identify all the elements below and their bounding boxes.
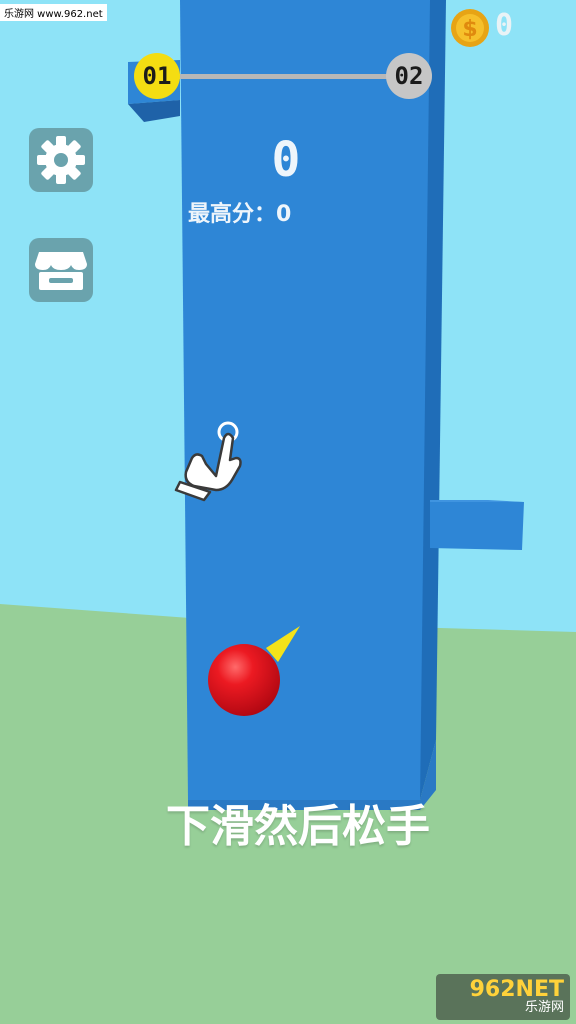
coin-count: 0 <box>495 8 514 43</box>
shop-button[interactable] <box>29 238 93 302</box>
platform-right <box>430 500 524 550</box>
next-level-badge: 02 <box>386 53 432 99</box>
watermark-site: 乐游网 <box>524 1000 564 1015</box>
level-progress-bar <box>170 74 392 79</box>
settings-button[interactable] <box>29 128 93 192</box>
svg-text:$: $ <box>462 17 477 42</box>
watermark-brand: 962NET <box>469 977 564 1002</box>
score: 0 <box>271 132 301 188</box>
watermark-bottom: 962NET 乐游网 <box>436 974 570 1020</box>
dollar-coin-icon: $ <box>451 9 489 47</box>
swipe-hint: 下滑然后松手 <box>166 801 430 852</box>
best-score: 最高分：0 <box>188 202 292 227</box>
gear-icon <box>37 136 85 184</box>
current-level-badge: 01 <box>134 53 180 99</box>
watermark-top: 乐游网 www.962.net <box>0 4 107 21</box>
ball <box>208 644 280 716</box>
shop-icon <box>35 252 87 290</box>
